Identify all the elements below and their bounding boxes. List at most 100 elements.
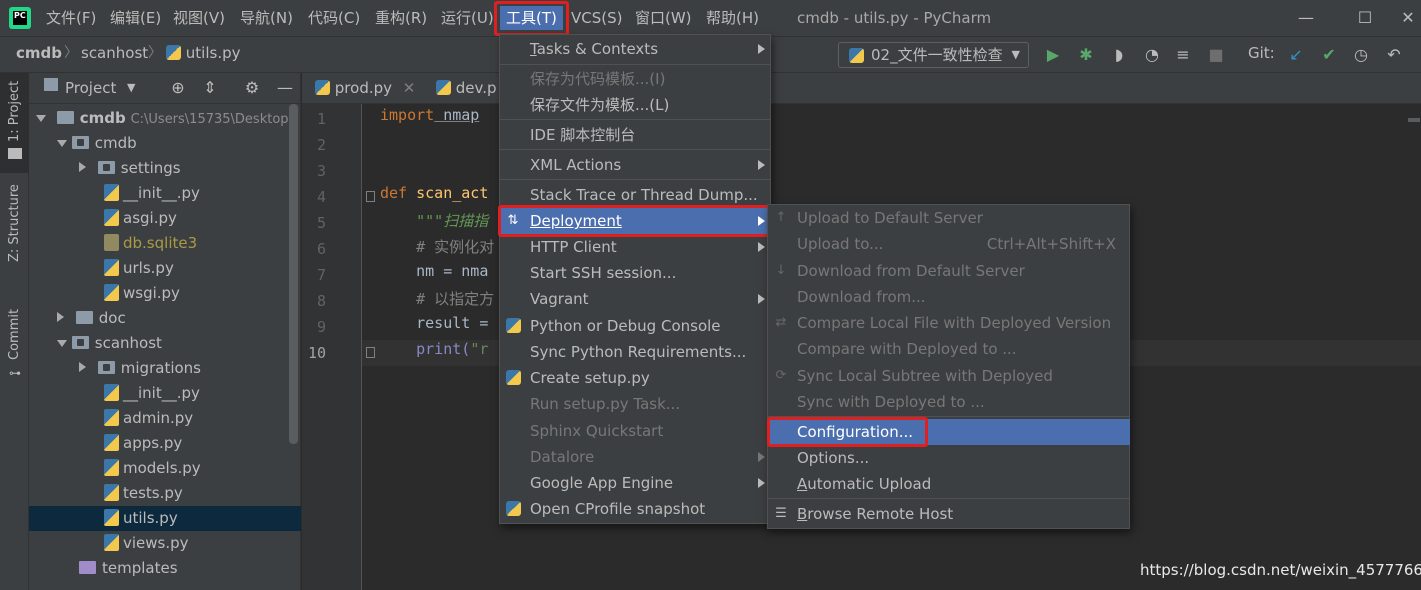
git-rollback-icon[interactable]: ↶ [1383,44,1405,66]
tree-item-doc[interactable]: doc [29,306,301,331]
gear-icon[interactable]: ⚙ [241,77,263,99]
tree-item-templates[interactable]: templates [29,556,301,581]
tree-item-init[interactable]: __init__.py [29,181,301,206]
menu-item-upload-to[interactable]: Upload to... Ctrl+Alt+Shift+X [767,231,1130,257]
fold-icon[interactable] [366,191,375,202]
menu-item-sphinx-quickstart[interactable]: Sphinx Quickstart [499,418,771,444]
breadcrumb-file[interactable]: utils.py [166,41,241,65]
stripe-tab-project[interactable]: 1: Project [7,81,22,142]
stripe-tab-structure[interactable]: Z: Structure [7,184,22,262]
collapse-all-icon[interactable]: ⇕ [199,77,221,99]
menu-item-download-from[interactable]: Download from... [767,284,1130,310]
menu-item-google-app-engine[interactable]: Google App Engine [499,470,771,496]
maximize-icon[interactable]: ☐ [1342,0,1388,37]
menu-help[interactable]: 帮助(H) [706,6,759,30]
menu-edit[interactable]: 编辑(E) [110,6,161,30]
menu-item-http-client[interactable]: HTTP Client [499,234,771,260]
menu-item-sync-requirements[interactable]: Sync Python Requirements... [499,339,771,365]
git-update-icon[interactable]: ↙ [1285,44,1307,66]
code-line-6[interactable]: # 实例化对 [380,236,494,262]
git-commit-icon[interactable]: ✔ [1318,44,1340,66]
close-icon[interactable]: ✕ [1385,0,1421,37]
menu-navigate[interactable]: 导航(N) [240,6,293,30]
hide-panel-icon[interactable]: — [274,77,296,99]
tab-dev[interactable]: dev.p [436,73,497,104]
stop-icon[interactable]: ■ [1205,44,1227,66]
tree-item-scanhost[interactable]: scanhost [29,331,301,356]
breadcrumb-folder[interactable]: scanhost [81,41,148,65]
menu-item-xml-actions[interactable]: XML Actions [499,152,771,178]
menu-item-tasks-contexts[interactable]: Tasks & Contexts [499,36,771,62]
menu-item-ide-script-console[interactable]: IDE 脚本控制台 [499,122,771,148]
menu-code[interactable]: 代码(C) [308,6,360,30]
menu-item-options[interactable]: Options... [767,445,1130,471]
menu-item-datalore[interactable]: Datalore [499,444,771,470]
run-configuration-selector[interactable]: 02_文件一致性检查 ▼ [838,42,1029,68]
tree-item-models[interactable]: models.py [29,456,301,481]
menu-item-sync-deployed-to[interactable]: Sync with Deployed to ... [767,389,1130,415]
run-icon[interactable]: ▶ [1042,44,1064,66]
code-line-5[interactable]: """扫描指 [380,210,488,236]
tree-item-settings[interactable]: settings [29,156,301,181]
concurrency-icon[interactable]: ≡ [1172,44,1194,66]
tree-item-init[interactable]: __init__.py [29,381,301,406]
tree-item-tests[interactable]: tests.py [29,481,301,506]
menu-view[interactable]: 视图(V) [173,6,225,30]
menu-item-automatic-upload[interactable]: Automatic Upload [767,471,1130,497]
menu-item-create-setup[interactable]: Create setup.py [499,365,771,391]
menu-item-download-default[interactable]: ↓ Download from Default Server [767,258,1130,284]
menu-item-run-setup-task[interactable]: Run setup.py Task... [499,391,771,417]
debug-icon[interactable]: ✱ [1075,44,1097,66]
menu-item-save-file-template[interactable]: 保存文件为模板...(L) [499,92,771,118]
code-line-7[interactable]: nm = nma [380,262,488,288]
menu-item-vagrant[interactable]: Vagrant [499,286,771,312]
coverage-icon[interactable]: ◗ [1108,44,1130,66]
code-line-10[interactable]: print("r [380,340,488,366]
menu-refactor[interactable]: 重构(R) [375,6,427,30]
tree-item-migrations[interactable]: migrations [29,356,301,381]
menu-item-start-ssh[interactable]: Start SSH session... [499,260,771,286]
fold-icon[interactable] [366,347,375,358]
menu-vcs[interactable]: VCS(S) [571,6,622,30]
tree-item-apps[interactable]: apps.py [29,431,301,456]
close-tab-icon[interactable]: ✕ [403,79,416,97]
tree-root[interactable]: cmdb C:\Users\15735\Desktop [29,106,301,131]
minimize-icon[interactable]: — [1283,0,1329,37]
git-history-icon[interactable]: ◷ [1350,44,1372,66]
tree-item-urls[interactable]: urls.py [29,256,301,281]
stripe-tab-commit[interactable]: Commit [7,309,22,360]
tree-item-wsgi[interactable]: wsgi.py [29,281,301,306]
code-line-8[interactable]: # 以指定方 [380,288,494,314]
menu-item-save-code-template[interactable]: 保存为代码模板...(I) [499,66,771,92]
chevron-down-icon[interactable]: ▼ [127,76,135,100]
project-scrollbar[interactable] [289,104,298,444]
menu-item-python-console[interactable]: Python or Debug Console [499,313,771,339]
menu-item-compare-deployed[interactable]: Compare with Deployed to ... [767,336,1130,362]
menu-window[interactable]: 窗口(W) [635,6,692,30]
tree-item-admin[interactable]: admin.py [29,406,301,431]
project-panel-title[interactable]: Project [65,76,116,100]
menu-item-upload-default[interactable]: ↑ Upload to Default Server [767,205,1130,231]
profile-icon[interactable]: ◔ [1141,44,1163,66]
tree-item-db[interactable]: db.sqlite3 [29,231,301,256]
menu-item-browse-remote-host[interactable]: ☰ Browse Remote Host [767,501,1130,527]
commit-icon: ⊶ [9,366,21,380]
tab-prod[interactable]: prod.py ✕ [315,73,415,104]
code-line-9[interactable]: result = [380,314,488,340]
menu-item-open-cprofile[interactable]: Open CProfile snapshot [499,496,771,522]
code-line-1[interactable]: import nmap [380,106,479,132]
menu-run[interactable]: 运行(U) [441,6,494,30]
menu-item-sync-local-subtree[interactable]: ⟳ Sync Local Subtree with Deployed [767,363,1130,389]
code-keyword: import [380,106,435,124]
tree-item-label: admin.py [123,409,194,427]
tree-item-label: asgi.py [123,209,177,227]
breadcrumb-project[interactable]: cmdb [16,41,62,65]
tree-item-asgi[interactable]: asgi.py [29,206,301,231]
tree-item-cmdb[interactable]: cmdb [29,131,301,156]
tree-item-utils[interactable]: utils.py [29,506,301,531]
code-line-4[interactable]: def scan_act [380,184,488,210]
menu-item-compare-local[interactable]: ⇄ Compare Local File with Deployed Versio… [767,310,1130,336]
locate-file-icon[interactable]: ⊕ [167,77,189,99]
tree-item-views[interactable]: views.py [29,531,301,556]
menu-file[interactable]: 文件(F) [46,6,96,30]
